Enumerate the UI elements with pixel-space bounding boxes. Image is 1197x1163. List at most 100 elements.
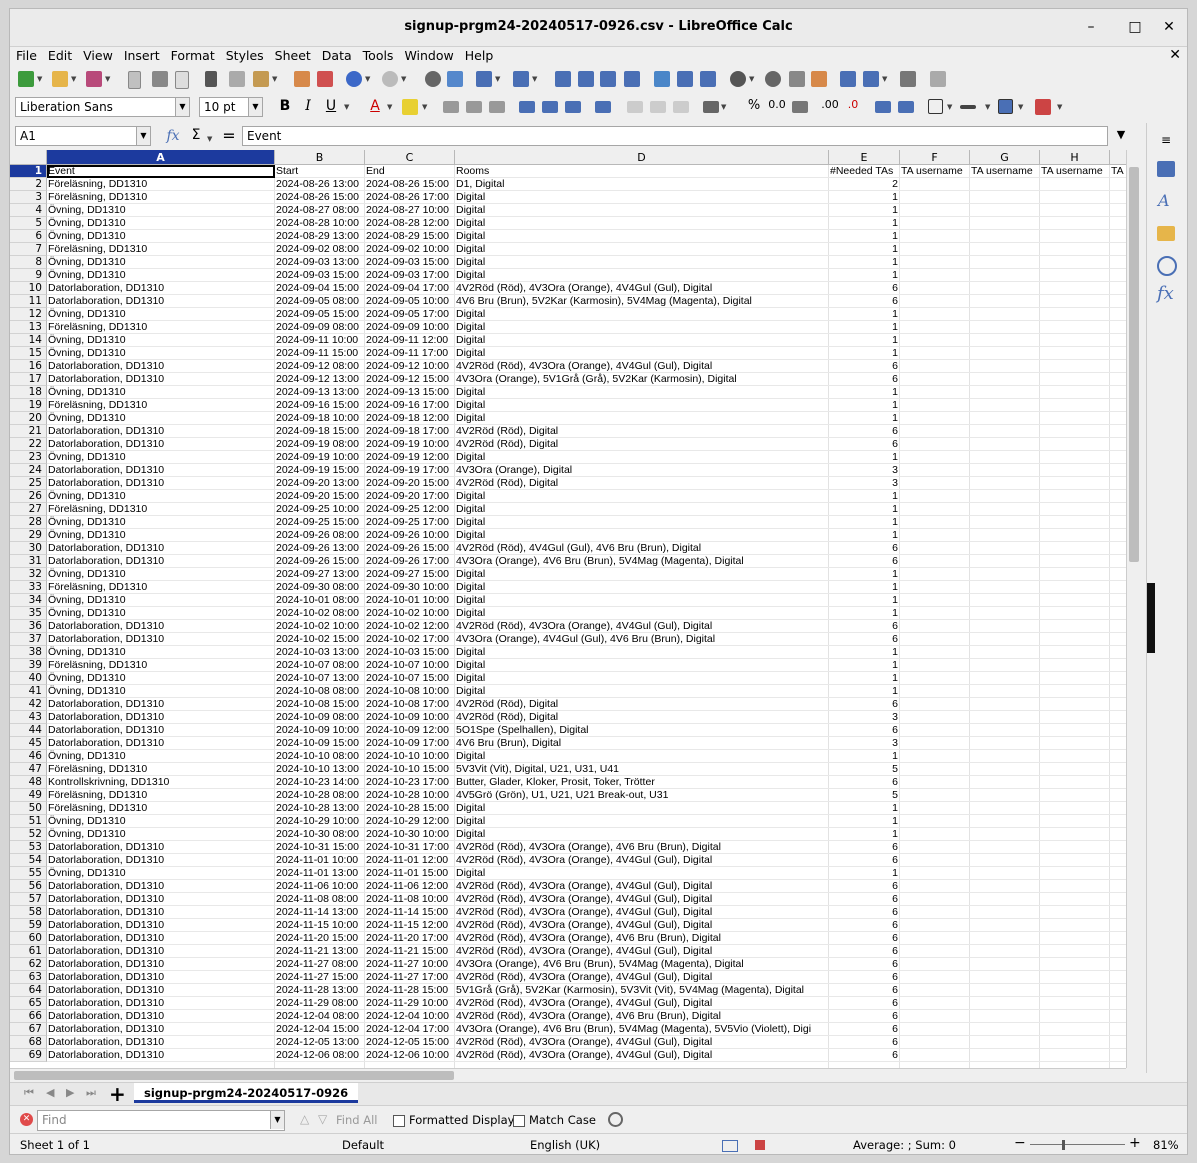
next-sheet-icon[interactable]: ▶ <box>66 1086 74 1099</box>
row-header[interactable]: 20 <box>10 412 47 425</box>
cell-needed-tas[interactable]: 1 <box>829 256 900 269</box>
cell-start[interactable]: 2024-09-27 13:00 <box>275 568 365 581</box>
cell-needed-tas[interactable]: 6 <box>829 893 900 906</box>
highlight-color-icon[interactable] <box>402 99 418 115</box>
cell-end[interactable]: 2024-12-05 15:00 <box>365 1036 455 1049</box>
cell-event[interactable]: Föreläsning, DD1310 <box>47 659 275 672</box>
cell-start[interactable]: 2024-08-28 10:00 <box>275 217 365 230</box>
cell-end[interactable]: 2024-10-02 10:00 <box>365 607 455 620</box>
row-header[interactable]: 18 <box>10 386 47 399</box>
cell-start[interactable]: 2024-12-05 13:00 <box>275 1036 365 1049</box>
conditional-format-icon[interactable] <box>1035 99 1051 115</box>
cell-start[interactable]: 2024-11-14 13:00 <box>275 906 365 919</box>
cell-rooms[interactable]: Digital <box>455 581 829 594</box>
cell-event[interactable]: Datorlaboration, DD1310 <box>47 958 275 971</box>
font-size-box[interactable]: 10 pt ▼ <box>199 97 263 117</box>
italic-button[interactable]: I <box>299 98 317 114</box>
sidebar-collapse-handle[interactable] <box>1147 583 1155 653</box>
cell-event[interactable]: Datorlaboration, DD1310 <box>47 711 275 724</box>
cell-rooms[interactable]: Digital <box>455 321 829 334</box>
column-header-partial[interactable] <box>1110 150 1126 165</box>
cell-needed-tas[interactable]: 3 <box>829 477 900 490</box>
add-sheet-icon[interactable]: + <box>109 1082 126 1106</box>
previous-sheet-icon[interactable]: ◀ <box>46 1086 54 1099</box>
cell-event[interactable]: Föreläsning, DD1310 <box>47 581 275 594</box>
row-header[interactable]: 19 <box>10 399 47 412</box>
cell-ta-username[interactable]: TA username <box>900 165 970 178</box>
cell-event[interactable]: Datorlaboration, DD1310 <box>47 1036 275 1049</box>
maximize-button[interactable]: □ <box>1124 17 1146 37</box>
cell-start[interactable]: 2024-10-28 08:00 <box>275 789 365 802</box>
chevron-down-icon[interactable]: ▼ <box>175 98 189 116</box>
column-header-a[interactable]: A <box>47 150 275 165</box>
cell-needed-tas[interactable]: 1 <box>829 386 900 399</box>
column-header-h[interactable]: H <box>1040 150 1110 165</box>
cell-end[interactable]: 2024-09-16 17:00 <box>365 399 455 412</box>
row-header[interactable]: 29 <box>10 529 47 542</box>
cell-start[interactable]: 2024-08-26 15:00 <box>275 191 365 204</box>
cell-needed-tas[interactable]: 6 <box>829 776 900 789</box>
cell-start[interactable]: 2024-09-11 10:00 <box>275 334 365 347</box>
cell-start[interactable]: 2024-09-20 13:00 <box>275 477 365 490</box>
cell-event[interactable]: Datorlaboration, DD1310 <box>47 373 275 386</box>
find-all-button[interactable]: Find All <box>336 1113 377 1127</box>
cell-end[interactable]: 2024-09-30 10:00 <box>365 581 455 594</box>
cell-rooms[interactable]: 4V3Ora (Orange), Digital <box>455 464 829 477</box>
cell-end[interactable]: 2024-09-04 17:00 <box>365 282 455 295</box>
cell-start[interactable]: 2024-10-07 08:00 <box>275 659 365 672</box>
cell-start[interactable]: 2024-10-30 08:00 <box>275 828 365 841</box>
cell-needed-tas[interactable]: 3 <box>829 711 900 724</box>
cell-start[interactable]: 2024-09-16 15:00 <box>275 399 365 412</box>
cell-event[interactable]: Övning, DD1310 <box>47 828 275 841</box>
row-header[interactable]: 48 <box>10 776 47 789</box>
row-header[interactable]: 24 <box>10 464 47 477</box>
number-format-icon[interactable]: 0.0 <box>768 98 786 111</box>
cell-event[interactable]: Övning, DD1310 <box>47 386 275 399</box>
row-header[interactable]: 49 <box>10 789 47 802</box>
cell-rooms[interactable]: Digital <box>455 503 829 516</box>
cell-rooms[interactable]: Digital <box>455 243 829 256</box>
cell-end[interactable]: 2024-09-20 17:00 <box>365 490 455 503</box>
paste-icon[interactable] <box>253 71 269 87</box>
bold-button[interactable]: B <box>276 98 294 114</box>
define-print-area-icon[interactable] <box>840 71 856 87</box>
currency-format-icon[interactable] <box>703 101 719 113</box>
cell-event[interactable]: Övning, DD1310 <box>47 217 275 230</box>
cell-needed-tas[interactable]: 6 <box>829 880 900 893</box>
close-document-icon[interactable]: ✕ <box>1169 47 1181 63</box>
cell-rooms[interactable]: 4V2Röd (Röd), 4V3Ora (Orange), 4V4Gul (G… <box>455 919 829 932</box>
name-box[interactable]: A1 ▼ <box>15 126 151 146</box>
cell-start[interactable]: Start <box>275 165 365 178</box>
chevron-down-icon[interactable]: ▼ <box>248 98 262 116</box>
cell-event[interactable]: Övning, DD1310 <box>47 750 275 763</box>
cell-end[interactable]: 2024-10-07 15:00 <box>365 672 455 685</box>
underline-button[interactable]: U <box>322 98 340 114</box>
cell-event[interactable]: Datorlaboration, DD1310 <box>47 945 275 958</box>
cell-needed-tas[interactable]: 6 <box>829 1023 900 1036</box>
header-footer-icon[interactable] <box>811 71 827 87</box>
cell-end[interactable]: 2024-11-27 10:00 <box>365 958 455 971</box>
cell-rooms[interactable]: 4V2Röd (Röd), 4V3Ora (Orange), 4V6 Bru (… <box>455 841 829 854</box>
cell-needed-tas[interactable]: 1 <box>829 594 900 607</box>
cell-start[interactable]: 2024-09-04 15:00 <box>275 282 365 295</box>
cell-event[interactable]: Datorlaboration, DD1310 <box>47 971 275 984</box>
copy-icon[interactable] <box>229 71 245 87</box>
menu-tools[interactable]: Tools <box>357 46 399 63</box>
cell-start[interactable]: 2024-09-19 10:00 <box>275 451 365 464</box>
cell-rooms[interactable]: 4V2Röd (Röd), 4V3Ora (Orange), 4V4Gul (G… <box>455 997 829 1010</box>
cell-start[interactable]: 2024-09-13 13:00 <box>275 386 365 399</box>
cell-event[interactable]: Datorlaboration, DD1310 <box>47 1010 275 1023</box>
cell-start[interactable]: 2024-12-04 08:00 <box>275 1010 365 1023</box>
cell-rooms[interactable]: 4V6 Bru (Brun), 5V2Kar (Karmosin), 5V4Ma… <box>455 295 829 308</box>
cell-event[interactable]: Övning, DD1310 <box>47 334 275 347</box>
cell-rooms[interactable]: Digital <box>455 269 829 282</box>
border-color-icon[interactable] <box>998 99 1013 114</box>
row-header[interactable]: 39 <box>10 659 47 672</box>
cell-rooms[interactable]: Digital <box>455 334 829 347</box>
cell-start[interactable]: 2024-09-18 15:00 <box>275 425 365 438</box>
row-header[interactable]: 52 <box>10 828 47 841</box>
find-replace-dialog-icon[interactable] <box>608 1112 623 1127</box>
cell-start[interactable]: 2024-09-11 15:00 <box>275 347 365 360</box>
cell-end[interactable]: 2024-10-08 10:00 <box>365 685 455 698</box>
row-header[interactable]: 34 <box>10 594 47 607</box>
